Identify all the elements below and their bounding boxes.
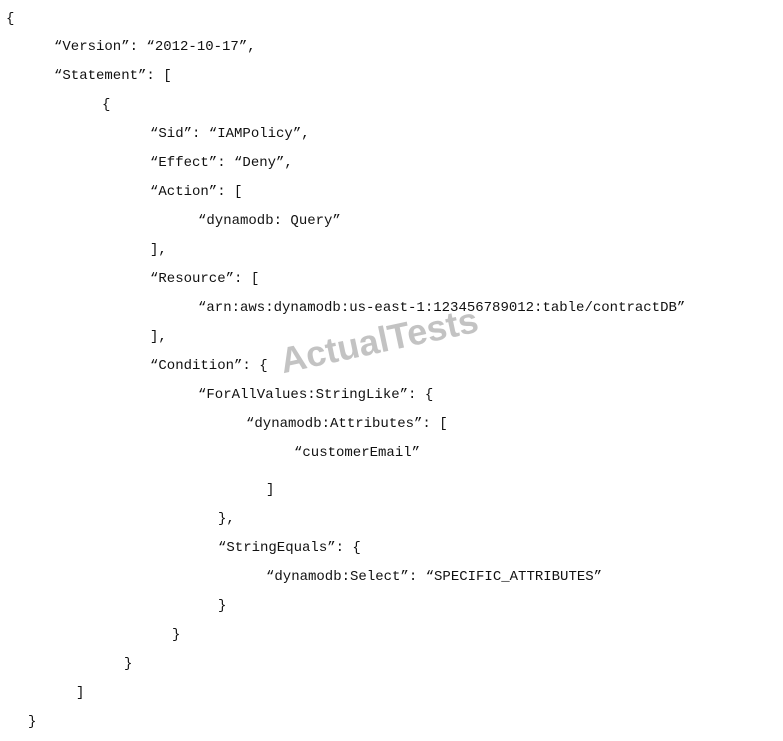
policy-line: “dynamodb: Query” <box>198 213 341 229</box>
policy-line: } <box>124 656 133 672</box>
policy-line: } <box>28 714 37 730</box>
policy-line: “ForAllValues:StringLike”: { <box>198 387 434 403</box>
policy-line: “Sid”: “IAMPolicy”, <box>150 126 310 142</box>
policy-line: “Action”: [ <box>150 184 243 200</box>
policy-line: “Statement”: [ <box>54 68 172 84</box>
policy-line: “customerEmail” <box>294 445 421 461</box>
policy-line: ] <box>76 685 85 701</box>
policy-line: “Version”: “2012-10-17”, <box>54 39 256 55</box>
policy-line: } <box>172 627 181 643</box>
policy-line: “dynamodb:Select”: “SPECIFIC_ATTRIBUTES” <box>266 569 603 585</box>
policy-line: { <box>6 11 15 27</box>
policy-line: “Effect”: “Deny”, <box>150 155 293 171</box>
policy-line: { <box>102 97 111 113</box>
policy-line: “StringEquals”: { <box>218 540 361 556</box>
policy-line: } <box>218 598 227 614</box>
policy-line: ], <box>150 242 167 258</box>
policy-line: “dynamodb:Attributes”: [ <box>246 416 448 432</box>
policy-line: ] <box>266 482 275 498</box>
policy-line: “Resource”: [ <box>150 271 260 287</box>
policy-document: { “Version”: “2012-10-17”, “Statement”: … <box>0 0 783 741</box>
policy-line: ], <box>150 329 167 345</box>
policy-line: “Condition”: { <box>150 358 268 374</box>
policy-line: }, <box>218 511 235 527</box>
